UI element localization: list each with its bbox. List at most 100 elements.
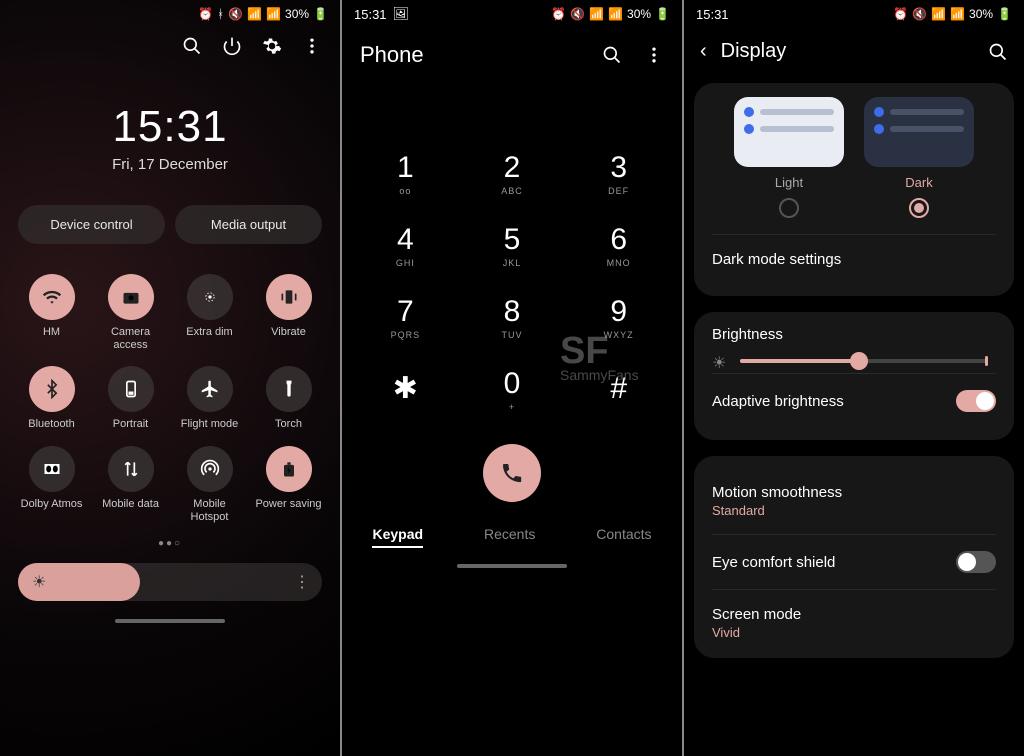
qs-tile-battery[interactable]: Power saving: [249, 446, 328, 524]
wifi-icon: 📶: [931, 7, 946, 21]
brightness-slider[interactable]: ☀ ⋮: [18, 563, 322, 601]
qs-tile-dolby[interactable]: Dolby Atmos: [12, 446, 91, 524]
more-icon[interactable]: [644, 45, 664, 65]
gear-icon[interactable]: [262, 36, 282, 56]
wifi-icon: 📶: [247, 7, 262, 21]
keypad-4[interactable]: 4GHI: [352, 210, 459, 282]
torch-icon: [279, 379, 299, 399]
qs-tile-plane[interactable]: Flight mode: [170, 366, 249, 431]
qs-tile-wifi[interactable]: HM: [12, 274, 91, 352]
tab-keypad[interactable]: Keypad: [372, 526, 423, 548]
nav-handle[interactable]: [115, 619, 225, 623]
status-time: 15:31: [354, 7, 387, 22]
keypad-2[interactable]: 2ABC: [459, 138, 566, 210]
bluetooth-icon: [42, 379, 62, 399]
call-button[interactable]: [483, 444, 541, 502]
camera-icon: [121, 287, 141, 307]
alarm-icon: ⏰: [198, 7, 213, 21]
motion-smoothness-row[interactable]: Motion smoothness Standard: [712, 470, 996, 532]
adaptive-brightness-row[interactable]: Adaptive brightness: [712, 376, 996, 426]
display-settings: 15:31 ⏰ 🔇 📶 📶 30% 🔋 ‹ Display Light Dark …: [684, 0, 1024, 756]
phone-icon: [500, 461, 524, 485]
status-bar: 15:31🖼 ⏰ 🔇 📶 📶 30% 🔋: [342, 0, 682, 28]
status-bar: ⏰ ᚼ 🔇 📶 📶 30% 🔋: [0, 0, 340, 28]
qs-tile-vibrate[interactable]: Vibrate: [249, 274, 328, 352]
qs-tile-portrait[interactable]: Portrait: [91, 366, 170, 431]
page-indicator: ●●○: [0, 532, 340, 555]
hotspot-icon: [200, 459, 220, 479]
battery-percent: 30%: [285, 7, 309, 21]
plane-icon: [200, 379, 220, 399]
status-bar: 15:31 ⏰ 🔇 📶 📶 30% 🔋: [684, 0, 1024, 28]
eye-comfort-toggle[interactable]: [956, 551, 996, 573]
mute-icon: 🔇: [570, 7, 585, 21]
wifi-icon: 📶: [589, 7, 604, 21]
quick-settings-panel: ⏰ ᚼ 🔇 📶 📶 30% 🔋 15:31 Fri, 17 December D…: [0, 0, 340, 756]
dolby-icon: [42, 459, 62, 479]
adaptive-brightness-toggle[interactable]: [956, 390, 996, 412]
clock-section: 15:31 Fri, 17 December: [0, 64, 340, 191]
battery-icon: 🔋: [997, 7, 1012, 21]
tab-contacts[interactable]: Contacts: [596, 526, 651, 548]
data-icon: [121, 459, 141, 479]
theme-option-light[interactable]: Light: [734, 97, 844, 218]
brightness-slider[interactable]: [740, 359, 988, 363]
phone-title: Phone: [360, 42, 424, 68]
qs-tile-hotspot[interactable]: Mobile Hotspot: [170, 446, 249, 524]
theme-radio[interactable]: [909, 198, 929, 218]
display-options-card: Motion smoothness Standard Eye comfort s…: [694, 456, 1014, 658]
device-control-button[interactable]: Device control: [18, 205, 165, 244]
keypad-✱[interactable]: ✱: [352, 354, 459, 426]
nav-handle[interactable]: [457, 564, 567, 568]
brightness-card: Brightness ☀ Adaptive brightness: [694, 312, 1014, 440]
theme-option-dark[interactable]: Dark: [864, 97, 974, 218]
dark-mode-settings-row[interactable]: Dark mode settings: [712, 237, 996, 282]
keypad-1[interactable]: 1ᴏᴏ: [352, 138, 459, 210]
bluetooth-icon: ᚼ: [217, 7, 224, 21]
qs-tile-dim[interactable]: Extra dim: [170, 274, 249, 352]
settings-title: Display: [721, 40, 974, 63]
battery-icon: [279, 459, 299, 479]
keypad-6[interactable]: 6MNO: [565, 210, 672, 282]
power-icon[interactable]: [222, 36, 242, 56]
sun-icon: ☀: [32, 572, 46, 592]
mute-icon: 🔇: [228, 7, 243, 21]
keypad-0[interactable]: 0+: [459, 354, 566, 426]
vibrate-icon: [279, 287, 299, 307]
back-icon[interactable]: ‹: [700, 40, 707, 63]
qs-header-actions: [0, 28, 340, 64]
brightness-more-icon[interactable]: ⋮: [294, 572, 310, 592]
keypad-5[interactable]: 5JKL: [459, 210, 566, 282]
mute-icon: 🔇: [912, 7, 927, 21]
keypad-7[interactable]: 7PQRS: [352, 282, 459, 354]
signal-icon: 📶: [950, 7, 965, 21]
dim-icon: [200, 287, 220, 307]
qs-tile-torch[interactable]: Torch: [249, 366, 328, 431]
battery-percent: 30%: [969, 7, 993, 21]
screen-mode-row[interactable]: Screen mode Vivid: [712, 592, 996, 644]
clock-date: Fri, 17 December: [0, 156, 340, 173]
phone-app: 15:31🖼 ⏰ 🔇 📶 📶 30% 🔋 Phone 1ᴏᴏ2ABC3DEF4G…: [342, 0, 682, 756]
alarm-icon: ⏰: [551, 7, 566, 21]
search-icon[interactable]: [988, 42, 1008, 62]
alarm-icon: ⏰: [893, 7, 908, 21]
search-icon[interactable]: [602, 45, 622, 65]
qs-tile-camera[interactable]: Camera access: [91, 274, 170, 352]
signal-icon: 📶: [608, 7, 623, 21]
media-output-button[interactable]: Media output: [175, 205, 322, 244]
theme-radio[interactable]: [779, 198, 799, 218]
screenshot-icon: 🖼: [393, 6, 410, 22]
eye-comfort-row[interactable]: Eye comfort shield: [712, 537, 996, 587]
tab-recents[interactable]: Recents: [484, 526, 535, 548]
battery-icon: 🔋: [655, 7, 670, 21]
sun-icon: ☀: [712, 353, 728, 369]
qs-tile-bluetooth[interactable]: Bluetooth: [12, 366, 91, 431]
keypad-3[interactable]: 3DEF: [565, 138, 672, 210]
keypad-8[interactable]: 8TUV: [459, 282, 566, 354]
more-icon[interactable]: [302, 36, 322, 56]
battery-icon: 🔋: [313, 7, 328, 21]
qs-tile-data[interactable]: Mobile data: [91, 446, 170, 524]
keypad-9[interactable]: 9WXYZ: [565, 282, 672, 354]
search-icon[interactable]: [182, 36, 202, 56]
keypad-#[interactable]: #: [565, 354, 672, 426]
